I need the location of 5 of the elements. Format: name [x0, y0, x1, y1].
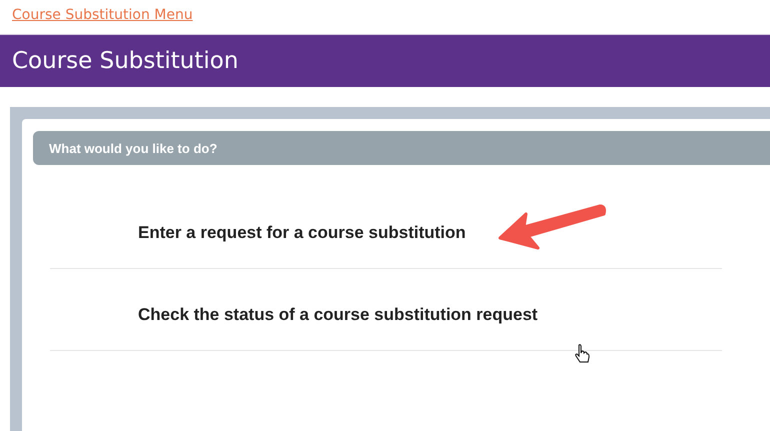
option-link[interactable]: Check the status of a course substitution request — [138, 304, 538, 324]
page-title: Course Substitution — [12, 48, 238, 74]
section-heading: What would you like to do? — [49, 140, 218, 156]
hand-cursor-icon — [574, 344, 590, 364]
option-link[interactable]: Enter a request for a course substitution — [138, 222, 466, 242]
